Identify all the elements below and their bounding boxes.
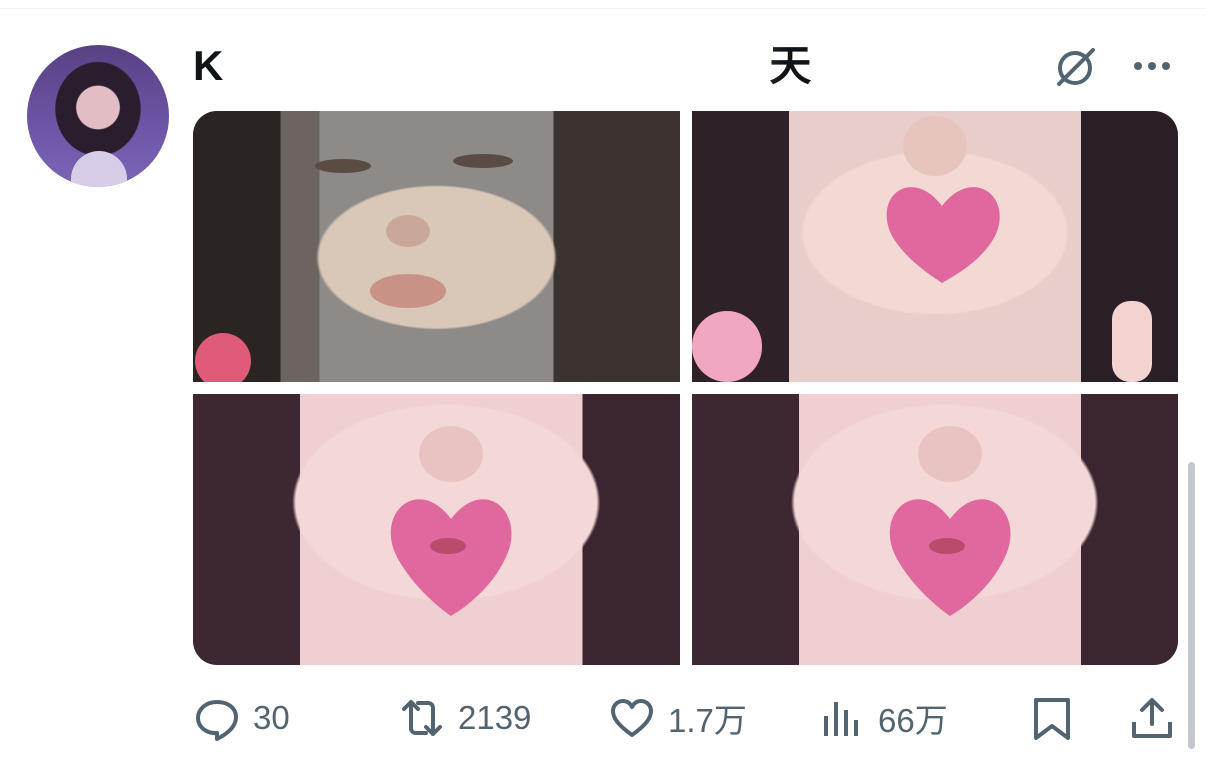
media-photo-3[interactable] xyxy=(193,394,680,665)
views-button[interactable]: 66万 xyxy=(818,690,948,746)
media-photo-1[interactable] xyxy=(193,111,680,382)
reply-button[interactable]: 30 xyxy=(193,690,290,746)
scrollbar[interactable] xyxy=(1188,462,1195,749)
reply-count: 30 xyxy=(253,699,290,736)
retweet-icon xyxy=(402,700,442,736)
top-divider xyxy=(0,8,1206,9)
tweet-actions: 30 2139 1.7万 66万 xyxy=(193,690,1178,746)
like-count: 1.7万 xyxy=(668,702,747,739)
retweet-count: 2139 xyxy=(458,699,532,736)
share-button[interactable] xyxy=(1128,690,1176,746)
bookmark-button[interactable] xyxy=(1028,690,1076,746)
reply-bubble-icon xyxy=(196,700,238,741)
grok-icon[interactable] xyxy=(1051,43,1099,91)
media-photo-4[interactable] xyxy=(692,394,1178,665)
media-photo-2[interactable] xyxy=(692,111,1178,382)
name-redaction-blur xyxy=(245,38,785,88)
bookmark-icon xyxy=(1034,698,1070,740)
share-upload-icon xyxy=(1132,698,1172,738)
retweet-button[interactable]: 2139 xyxy=(398,690,531,746)
avatar-shirt xyxy=(71,151,127,187)
like-button[interactable]: 1.7万 xyxy=(608,690,747,746)
heart-icon xyxy=(611,699,653,737)
views-count: 66万 xyxy=(878,702,948,739)
display-name-initial: K xyxy=(193,42,225,89)
analytics-bars-icon xyxy=(824,702,858,736)
avatar[interactable] xyxy=(27,45,169,187)
more-dots-icon[interactable] xyxy=(1131,52,1173,80)
media-grid xyxy=(193,111,1178,665)
